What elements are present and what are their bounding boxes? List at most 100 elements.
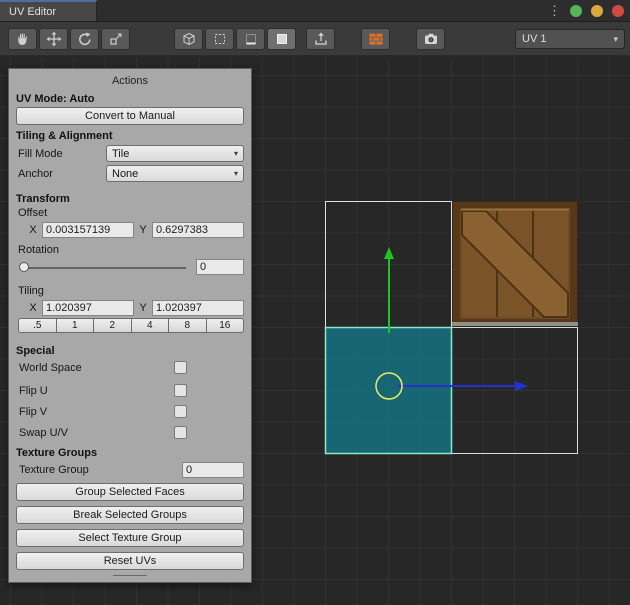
chevron-down-icon: ▾ <box>234 169 238 178</box>
project-uv-button[interactable] <box>306 28 335 50</box>
crate-texture[interactable] <box>452 201 578 327</box>
status-green-icon[interactable] <box>570 5 582 17</box>
scale-icon <box>108 31 124 47</box>
actions-panel: Actions UV Mode: Auto Convert to Manual … <box>8 68 252 583</box>
rotate-tool-button[interactable] <box>70 28 99 50</box>
bricks-icon <box>368 31 384 47</box>
tiling-x-label: X <box>28 302 38 314</box>
tiling-y-field[interactable] <box>152 300 244 316</box>
special-header: Special <box>16 345 244 357</box>
flip-v-label: Flip V <box>16 406 174 418</box>
fill-mode-dropdown[interactable]: Tile ▾ <box>106 145 244 162</box>
scale-tool-button[interactable] <box>101 28 130 50</box>
rotation-slider[interactable] <box>18 259 188 275</box>
uv-mode-label: UV Mode: Auto <box>16 93 244 105</box>
camera-icon <box>423 31 439 47</box>
selection-mode-group <box>174 28 296 50</box>
flip-u-label: Flip U <box>16 385 174 397</box>
uv-channel-value: UV 1 <box>522 33 546 45</box>
tiling-x-field[interactable] <box>42 300 134 316</box>
tab-uv-editor[interactable]: UV Editor <box>0 0 97 21</box>
nav-tool-group <box>8 28 130 50</box>
preset-half-button[interactable]: .5 <box>18 318 57 333</box>
dashed-square-icon <box>212 31 228 47</box>
filled-square-icon <box>274 31 290 47</box>
move-icon <box>46 31 62 47</box>
group-selected-faces-button[interactable]: Group Selected Faces <box>16 483 244 501</box>
select-vertex-mode-button[interactable] <box>205 28 234 50</box>
panel-title: Actions <box>16 75 244 87</box>
rotation-row <box>18 258 244 275</box>
world-space-checkbox[interactable] <box>174 361 187 374</box>
slider-knob[interactable] <box>19 262 29 272</box>
status-red-icon[interactable] <box>612 5 624 17</box>
preset-2-button[interactable]: 2 <box>93 318 132 333</box>
slider-track <box>20 267 186 269</box>
status-yellow-icon[interactable] <box>591 5 603 17</box>
rotate-icon <box>77 31 93 47</box>
offset-y-field[interactable] <box>152 222 244 238</box>
select-edge-mode-button[interactable] <box>236 28 265 50</box>
anchor-dropdown[interactable]: None ▾ <box>106 165 244 182</box>
world-space-label: World Space <box>16 362 174 374</box>
v-axis-arrow[interactable] <box>384 247 394 333</box>
anchor-row: Anchor None ▾ <box>16 164 244 183</box>
screenshot-button[interactable] <box>416 28 445 50</box>
swap-uv-row: Swap U/V <box>16 424 244 441</box>
offset-x-label: X <box>28 224 38 236</box>
tiling-alignment-header: Tiling & Alignment <box>16 130 244 142</box>
chevron-down-icon: ▾ <box>613 34 618 45</box>
tiling-label: Tiling <box>16 285 244 297</box>
offset-label: Offset <box>16 207 244 219</box>
select-face-mode-button[interactable] <box>267 28 296 50</box>
reset-uvs-button[interactable]: Reset UVs <box>16 552 244 570</box>
title-bar: UV Editor ⋮ <box>0 0 630 22</box>
chevron-down-icon: ▾ <box>234 149 238 158</box>
preset-16-button[interactable]: 16 <box>206 318 245 333</box>
fill-mode-row: Fill Mode Tile ▾ <box>16 144 244 163</box>
anchor-value: None <box>112 168 138 180</box>
preset-1-button[interactable]: 1 <box>56 318 95 333</box>
panel-resize-handle[interactable] <box>113 575 147 576</box>
rotation-label: Rotation <box>16 244 244 256</box>
tiling-fields-row: X Y <box>28 299 244 316</box>
box-arrow-up-icon <box>313 31 329 47</box>
swap-uv-label: Swap U/V <box>16 427 174 439</box>
transform-header: Transform <box>16 193 244 205</box>
edge-square-icon <box>243 31 259 47</box>
select-object-mode-button[interactable] <box>174 28 203 50</box>
selected-face[interactable] <box>326 328 452 454</box>
fill-mode-value: Tile <box>112 148 129 160</box>
fill-mode-label: Fill Mode <box>16 148 106 160</box>
offset-y-label: Y <box>138 224 148 236</box>
tiling-presets-row: .5 1 2 4 8 16 <box>18 318 244 333</box>
flip-v-row: Flip V <box>16 403 244 420</box>
preset-4-button[interactable]: 4 <box>131 318 170 333</box>
menu-dots-icon[interactable]: ⋮ <box>548 0 561 22</box>
offset-x-field[interactable] <box>42 222 134 238</box>
texture-groups-header: Texture Groups <box>16 447 244 459</box>
anchor-label: Anchor <box>16 168 106 180</box>
swap-uv-checkbox[interactable] <box>174 426 187 439</box>
tab-title: UV Editor <box>9 6 56 18</box>
break-selected-groups-button[interactable]: Break Selected Groups <box>16 506 244 524</box>
flip-u-checkbox[interactable] <box>174 384 187 397</box>
flip-v-checkbox[interactable] <box>174 405 187 418</box>
uv-channel-dropdown[interactable]: UV 1 ▾ <box>515 29 625 49</box>
pan-tool-button[interactable] <box>8 28 37 50</box>
uv-editor-window: UV Editor ⋮ <box>0 0 630 605</box>
convert-to-manual-button[interactable]: Convert to Manual <box>16 107 244 125</box>
texture-group-field[interactable] <box>182 462 244 478</box>
select-texture-group-button[interactable]: Select Texture Group <box>16 529 244 547</box>
cube-icon <box>181 31 197 47</box>
texture-group-label: Texture Group <box>16 464 182 476</box>
tiling-y-label: Y <box>138 302 148 314</box>
flip-u-row: Flip U <box>16 382 244 399</box>
offset-fields-row: X Y <box>28 221 244 238</box>
texture-mode-button[interactable] <box>361 28 390 50</box>
world-space-row: World Space <box>16 359 244 376</box>
preset-8-button[interactable]: 8 <box>168 318 207 333</box>
move-tool-button[interactable] <box>39 28 68 50</box>
window-controls: ⋮ <box>548 0 624 22</box>
rotation-field[interactable] <box>196 259 244 275</box>
